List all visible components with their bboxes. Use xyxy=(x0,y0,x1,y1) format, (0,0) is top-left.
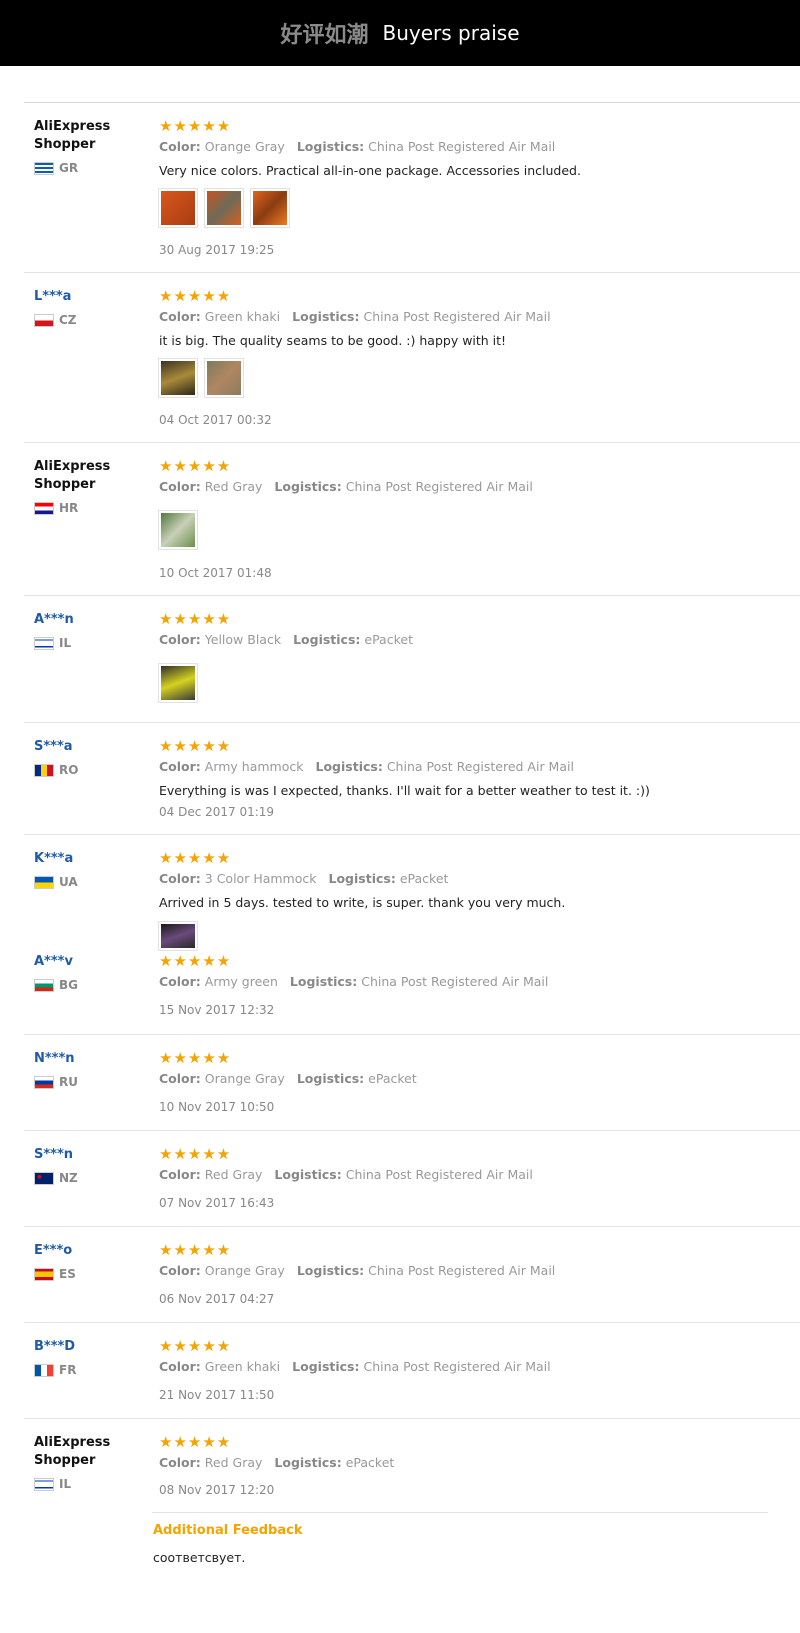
reviewer-name: B***D xyxy=(34,1339,76,1354)
additional-feedback-title: Additional Feedback xyxy=(153,1523,303,1538)
rating-stars: ★★★★★ xyxy=(159,1337,232,1355)
flag-israel-icon xyxy=(34,636,54,650)
review-text: it is big. The quality seams to be good.… xyxy=(159,333,507,348)
reviewer-name: N***n xyxy=(34,1051,75,1066)
review-item: L***a CZ ★★★★★ Color: Green khaki Logisti… xyxy=(24,272,800,442)
additional-feedback-divider xyxy=(152,1512,768,1513)
reviewer-country: IL xyxy=(34,636,71,650)
review-date: 04 Dec 2017 01:19 xyxy=(159,805,275,819)
review-photo-thumbnail[interactable] xyxy=(158,188,198,228)
review-text: Very nice colors. Practical all-in-one p… xyxy=(159,163,581,178)
flag-russia-icon xyxy=(34,1075,54,1089)
rating-stars: ★★★★★ xyxy=(159,287,232,305)
reviewer-name: L***a xyxy=(34,289,72,304)
flag-ukraine-icon xyxy=(34,875,54,889)
review-photo-thumbnail[interactable] xyxy=(158,358,198,398)
reviewer-name: S***n xyxy=(34,1147,74,1162)
reviewer-country: RO xyxy=(34,763,78,777)
review-item: AliExpress Shopper IL ★★★★★ Color: Red Gr… xyxy=(24,1418,800,1512)
review-attributes: Color: Orange Gray Logistics: ePacket xyxy=(159,1071,417,1086)
reviewer-name: S***a xyxy=(34,739,73,754)
reviewer-country: UA xyxy=(34,875,78,889)
review-attributes: Color: 3 Color Hammock Logistics: ePacket xyxy=(159,871,449,886)
review-photo-thumbnail[interactable] xyxy=(250,188,290,228)
review-item: K***a UA ★★★★★ Color: 3 Color Hammock Log… xyxy=(24,834,800,951)
reviewer-country: BG xyxy=(34,978,78,992)
rating-stars: ★★★★★ xyxy=(159,1145,232,1163)
flag-spain-icon xyxy=(34,1267,54,1281)
review-date: 06 Nov 2017 04:27 xyxy=(159,1292,275,1306)
review-date: 10 Nov 2017 10:50 xyxy=(159,1100,275,1114)
flag-bulgaria-icon xyxy=(34,978,54,992)
reviewer-country: NZ xyxy=(34,1171,78,1185)
rating-stars: ★★★★★ xyxy=(159,117,232,135)
rating-stars: ★★★★★ xyxy=(159,952,232,970)
review-date: 04 Oct 2017 00:32 xyxy=(159,413,272,427)
flag-czech-icon xyxy=(34,313,54,327)
additional-feedback-text: соответсвует. xyxy=(153,1550,246,1565)
flag-new-zealand-icon xyxy=(34,1171,54,1185)
rating-stars: ★★★★★ xyxy=(159,849,232,867)
reviewer-country: ES xyxy=(34,1267,76,1281)
review-date: 30 Aug 2017 19:25 xyxy=(159,243,275,257)
reviewer-name: AliExpress Shopper xyxy=(34,119,111,152)
flag-greece-icon xyxy=(34,161,54,175)
review-date: 08 Nov 2017 12:20 xyxy=(159,1483,275,1497)
review-photo-thumbnail[interactable] xyxy=(204,358,244,398)
review-attributes: Color: Red Gray Logistics: China Post Reg… xyxy=(159,479,533,494)
review-date: 07 Nov 2017 16:43 xyxy=(159,1196,275,1210)
review-item: A***n IL ★★★★★ Color: Yellow Black Logist… xyxy=(24,595,800,722)
banner-title-chinese: 好评如潮 xyxy=(280,23,369,48)
rating-stars: ★★★★★ xyxy=(159,1049,232,1067)
review-attributes: Color: Red Gray Logistics: China Post Reg… xyxy=(159,1167,533,1182)
reviewer-country: FR xyxy=(34,1363,76,1377)
review-photo-thumbnail[interactable] xyxy=(158,510,198,550)
review-item: N***n RU ★★★★★ Color: Orange Gray Logisti… xyxy=(24,1034,800,1130)
reviewer-name: AliExpress Shopper xyxy=(34,1435,111,1468)
review-attributes: Color: Green khaki Logistics: China Post … xyxy=(159,309,551,324)
reviewer-name: K***a xyxy=(34,851,74,866)
review-attributes: Color: Orange Gray Logistics: China Post … xyxy=(159,139,556,154)
review-photo-thumbnail[interactable] xyxy=(158,663,198,703)
rating-stars: ★★★★★ xyxy=(159,610,232,628)
review-photo-thumbnail[interactable] xyxy=(204,188,244,228)
review-attributes: Color: Yellow Black Logistics: ePacket xyxy=(159,632,413,647)
review-date: 21 Nov 2017 11:50 xyxy=(159,1388,275,1402)
flag-romania-icon xyxy=(34,763,54,777)
review-date: 15 Nov 2017 12:32 xyxy=(159,1003,275,1017)
reviewer-country: GR xyxy=(34,161,78,175)
rating-stars: ★★★★★ xyxy=(159,457,232,475)
review-item: AliExpress Shopper HR ★★★★★ Color: Red Gr… xyxy=(24,442,800,595)
reviewer-country: RU xyxy=(34,1075,78,1089)
review-item: B***D FR ★★★★★ Color: Green khaki Logisti… xyxy=(24,1322,800,1418)
review-date: 10 Oct 2017 01:48 xyxy=(159,566,272,580)
reviewer-name: A***v xyxy=(34,954,73,969)
reviewer-country: HR xyxy=(34,501,78,515)
reviewer-name: E***o xyxy=(34,1243,73,1258)
reviewer-name: AliExpress Shopper xyxy=(34,459,111,492)
rating-stars: ★★★★★ xyxy=(159,1241,232,1259)
review-item: A***v BG ★★★★★ Color: Army green Logistic… xyxy=(24,938,800,1034)
reviewer-country: CZ xyxy=(34,313,77,327)
review-item: E***o ES ★★★★★ Color: Orange Gray Logisti… xyxy=(24,1226,800,1322)
review-text: Arrived in 5 days. tested to write, is s… xyxy=(159,895,566,910)
rating-stars: ★★★★★ xyxy=(159,1433,232,1451)
banner-title-english: Buyers praise xyxy=(382,21,520,45)
review-item: S***n NZ ★★★★★ Color: Red Gray Logistics:… xyxy=(24,1130,800,1226)
rating-stars: ★★★★★ xyxy=(159,737,232,755)
reviewer-country: IL xyxy=(34,1477,71,1491)
reviewer-name: A***n xyxy=(34,612,74,627)
review-attributes: Color: Army hammock Logistics: China Post… xyxy=(159,759,574,774)
review-item: S***a RO ★★★★★ Color: Army hammock Logist… xyxy=(24,722,800,834)
review-item: AliExpress Shopper GR ★★★★★ Color: Orange… xyxy=(24,102,800,272)
flag-israel-icon xyxy=(34,1477,54,1491)
review-attributes: Color: Red Gray Logistics: ePacket xyxy=(159,1455,395,1470)
review-attributes: Color: Green khaki Logistics: China Post … xyxy=(159,1359,551,1374)
flag-croatia-icon xyxy=(34,501,54,515)
review-attributes: Color: Army green Logistics: China Post R… xyxy=(159,974,549,989)
buyers-praise-banner: 好评如潮 Buyers praise xyxy=(0,0,800,66)
flag-france-icon xyxy=(34,1363,54,1377)
review-text: Everything is was I expected, thanks. I'… xyxy=(159,783,650,798)
review-attributes: Color: Orange Gray Logistics: China Post … xyxy=(159,1263,556,1278)
